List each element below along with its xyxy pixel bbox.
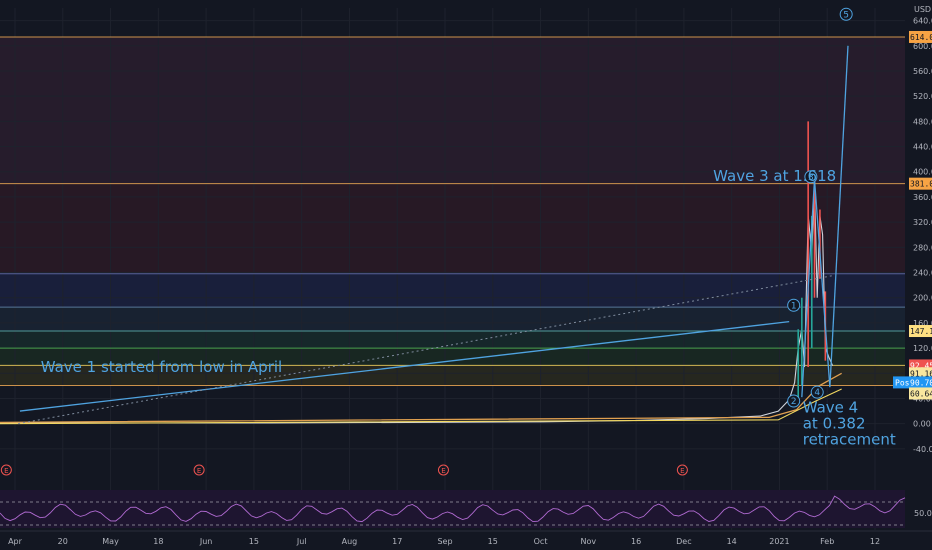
x-tick-label: 14	[727, 537, 737, 546]
y-tick-label: 600.00	[913, 42, 932, 51]
event-marker-label: E	[680, 467, 684, 475]
y-tick-label: 560.00	[913, 67, 932, 76]
x-tick-label: Feb	[820, 537, 834, 546]
y-tick-label: 280.00	[913, 243, 932, 252]
price-tag-text: 90.70	[910, 378, 932, 387]
x-tick-label: Jun	[199, 537, 213, 546]
fib-band	[0, 307, 905, 332]
x-tick-label: Aug	[342, 537, 358, 546]
fib-bands	[0, 36, 905, 386]
price-chart[interactable]: 12345 Wave 1 started from low in AprilWa…	[0, 0, 932, 550]
event-marker-label: E	[441, 467, 445, 475]
y-tick-label: 360.00	[913, 193, 932, 202]
x-tick-label: Dec	[676, 537, 691, 546]
x-tick-label: 15	[249, 537, 259, 546]
x-tick-label: 2021	[769, 537, 789, 546]
y-tick-label: 400.00	[913, 168, 932, 177]
y-tick-label: 480.00	[913, 117, 932, 126]
rsi-axis-label: 50.00	[914, 509, 932, 518]
x-tick-label: May	[102, 537, 119, 546]
y-tick-label: -40.00	[913, 445, 932, 454]
wave-point-4: 4	[810, 385, 824, 399]
event-marker-label: E	[4, 467, 8, 475]
y-tick-label: 120.00	[913, 344, 932, 353]
y-tick-label: 520.00	[913, 92, 932, 101]
price-tag: 147.11	[909, 325, 932, 338]
x-tick-label: Sep	[437, 537, 452, 546]
fib-band	[0, 273, 905, 308]
wave-point-1: 1	[787, 298, 801, 312]
x-tick-label: 15	[488, 537, 498, 546]
x-tick-label: Nov	[581, 537, 597, 546]
x-tick-label: 18	[153, 537, 163, 546]
event-marker-label: E	[197, 467, 201, 475]
wave-point-label: 1	[791, 301, 797, 311]
wave-point-2: 2	[787, 394, 801, 408]
price-tag-text: 60.64	[910, 389, 932, 398]
fib-band	[0, 36, 905, 184]
y-tick-label: 240.00	[913, 269, 932, 278]
y-tick-label: 440.00	[913, 143, 932, 152]
annotation-wave1: Wave 1 started from low in April	[41, 358, 283, 376]
x-tick-label: 12	[870, 537, 880, 546]
y-tick-label: 640.00	[913, 17, 932, 26]
price-tag: 381.07	[909, 177, 932, 190]
annotation-line: Wave 1 started from low in April	[41, 358, 283, 376]
price-tag: Post90.70	[893, 376, 932, 389]
wave-point-label: 5	[843, 10, 849, 20]
wave-point-5: 5	[839, 7, 853, 21]
fib-band	[0, 331, 905, 349]
y-tick-label: 320.00	[913, 218, 932, 227]
x-tick-label: Oct	[534, 537, 548, 546]
y-tick-label: 0.00	[913, 420, 931, 429]
price-tag-text: 381.07	[910, 180, 932, 189]
price-tag-text: 147.11	[910, 327, 932, 336]
x-tick-label: Apr	[8, 537, 23, 546]
price-tag: 614.01	[909, 30, 932, 43]
x-tick-label: 16	[631, 537, 641, 546]
y-tick-label: 200.00	[913, 294, 932, 303]
annotation-line: retracement	[803, 430, 896, 448]
price-tag-text: 614.01	[910, 33, 932, 42]
wave-point-label: 2	[791, 397, 797, 407]
wave-point-label: 4	[814, 388, 820, 398]
currency-label: USD	[914, 5, 931, 14]
x-tick-label: Jul	[296, 537, 307, 546]
annotation-line: Wave 3 at 1.618	[713, 167, 836, 185]
price-tag: 60.64	[909, 387, 932, 400]
x-tick-label: 20	[58, 537, 68, 546]
rsi-background	[0, 490, 905, 528]
rsi-pane: 50.00	[0, 490, 932, 528]
x-tick-label: 17	[392, 537, 402, 546]
annotation-wave3: Wave 3 at 1.618	[713, 167, 836, 185]
